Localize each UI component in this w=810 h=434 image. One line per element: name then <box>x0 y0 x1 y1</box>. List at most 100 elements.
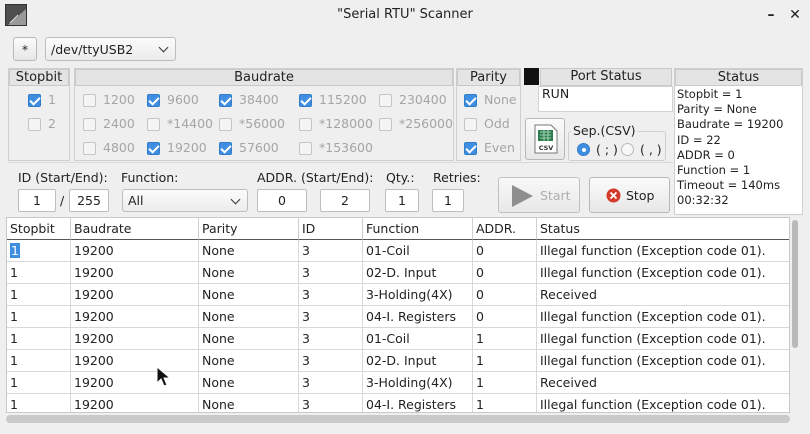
parity-odd-checkbox[interactable] <box>464 118 477 131</box>
status-line: ADDR = 0 <box>677 147 735 162</box>
stopbit-1-checkbox[interactable] <box>28 94 41 107</box>
mouse-cursor-icon <box>156 366 172 387</box>
table-cell-text: 1 <box>10 265 18 280</box>
baudrate-star-14400-checkbox[interactable] <box>147 118 160 131</box>
stopbit-2-checkbox[interactable] <box>28 118 41 131</box>
column-header[interactable]: ADDR. <box>473 218 537 240</box>
function-select[interactable]: All <box>122 189 248 212</box>
table-cell-text: 19200 <box>74 353 114 368</box>
stop-button[interactable]: Stop <box>589 177 670 213</box>
baudrate-38400-checkbox[interactable] <box>219 94 232 107</box>
parity-even-checkbox[interactable] <box>464 142 477 155</box>
table-cell-text: 19200 <box>74 243 114 258</box>
table-cell-text: Illegal function (Exception code 01). <box>540 309 766 324</box>
table-cell: 1 <box>473 394 537 412</box>
start-label: Start <box>540 188 571 203</box>
table-cell-text: 0 <box>476 287 484 302</box>
retries-label: Retries: <box>433 170 481 185</box>
comma-radio[interactable] <box>621 143 634 156</box>
table-cell-text: None <box>202 265 235 280</box>
parity-none-checkbox[interactable] <box>464 94 477 107</box>
baudrate-9600-checkbox[interactable] <box>147 94 160 107</box>
baudrate-star-256000-checkbox[interactable] <box>379 118 392 131</box>
semicolon-radio[interactable] <box>577 143 590 156</box>
baudrate-1200-checkbox[interactable] <box>83 94 96 107</box>
refresh-ports-button[interactable]: * <box>13 37 37 61</box>
table-cell-text: 1 <box>476 353 484 368</box>
status-line: 00:32:32 <box>677 193 729 208</box>
export-csv-button[interactable]: CSV <box>525 118 565 160</box>
table-cell: None <box>199 284 299 306</box>
table-row[interactable]: 1 19200 None 3 3-Holding(4X) 0 Received <box>7 284 789 306</box>
column-header[interactable]: Stopbit <box>7 218 71 240</box>
status-line: Baudrate = 19200 <box>677 117 784 132</box>
table-cell: Illegal function (Exception code 01). <box>537 328 789 350</box>
table-cell: 1 <box>7 328 71 350</box>
baudrate-2400-checkbox[interactable] <box>83 118 96 131</box>
table-row[interactable]: 1 19200 None 3 01-Coil 1 Illegal function (Exc… <box>7 328 789 350</box>
status-line: Function = 1 <box>677 163 751 177</box>
baudrate-115200-label: 115200 <box>319 92 367 107</box>
column-header[interactable]: Parity <box>199 218 299 240</box>
table-cell-text: 02-D. Input <box>366 353 437 368</box>
start-button[interactable]: Start <box>498 177 580 213</box>
table-cell: 3 <box>299 394 363 412</box>
baudrate-230400-checkbox[interactable] <box>379 94 392 107</box>
app-window: "Serial RTU" Scanner – ✕ * /dev/ttyUSB2 … <box>0 0 810 434</box>
table-row[interactable]: 1 19200 None 3 02-D. Input 0 Illegal function … <box>7 262 789 284</box>
table-cell: 3 <box>299 240 363 262</box>
id-end-input[interactable]: 255 <box>69 189 109 212</box>
table-row[interactable]: 1 19200 None 3 04-I. Registers 0 Illegal funct… <box>7 306 789 328</box>
baudrate-1200-label: 1200 <box>103 92 135 107</box>
id-start-input[interactable]: 1 <box>18 189 56 212</box>
addr-start-input[interactable]: 0 <box>257 189 307 212</box>
table-cell-text: 1 <box>10 375 18 390</box>
table-cell-text: Illegal function (Exception code 01). <box>540 397 766 412</box>
port-select[interactable]: /dev/ttyUSB2 <box>45 37 176 61</box>
baudrate-4800-checkbox[interactable] <box>83 142 96 155</box>
baudrate-4800-label: 4800 <box>103 140 135 155</box>
baudrate-57600-checkbox[interactable] <box>219 142 232 155</box>
table-cell: 3 <box>299 372 363 394</box>
id-label: ID (Start/End): <box>18 170 108 185</box>
baudrate-19200-label: 19200 <box>167 140 207 155</box>
table-cell: 02-D. Input <box>363 350 473 372</box>
parity-header: Parity <box>457 69 520 86</box>
baudrate-star-153600-label: *153600 <box>319 140 373 155</box>
minimize-button[interactable]: – <box>762 6 780 24</box>
table-cell-text: 3 <box>302 309 310 324</box>
column-header[interactable]: Function <box>363 218 473 240</box>
status-line: Stopbit = 1 <box>677 87 743 101</box>
table-cell: 19200 <box>71 328 199 350</box>
vertical-scrollbar[interactable] <box>792 220 798 348</box>
table-cell: 0 <box>473 262 537 284</box>
column-header[interactable]: ID <box>299 218 363 240</box>
baudrate-115200-checkbox[interactable] <box>299 94 312 107</box>
qty-input[interactable]: 1 <box>385 189 419 212</box>
function-select-value: All <box>128 193 144 208</box>
close-button[interactable]: ✕ <box>786 6 804 24</box>
baudrate-star-56000-checkbox[interactable] <box>219 118 232 131</box>
table-cell: Illegal function (Exception code 01). <box>537 306 789 328</box>
table-cell-text: 19200 <box>74 331 114 346</box>
stopbit-1-label: 1 <box>48 92 56 107</box>
column-header[interactable]: Status <box>537 218 789 240</box>
table-cell-text: 19200 <box>74 265 114 280</box>
column-header[interactable]: Baudrate <box>71 218 199 240</box>
table-row[interactable]: 1 19200 None 3 04-I. Registers 1 Illegal funct… <box>7 394 789 412</box>
horizontal-scrollbar[interactable] <box>6 415 790 423</box>
chevron-down-icon <box>158 42 169 53</box>
baudrate-star-128000-checkbox[interactable] <box>299 118 312 131</box>
baudrate-9600-label: 9600 <box>167 92 199 107</box>
table-row[interactable]: 1 19200 None 3 01-Coil 0 Illegal function (Exc… <box>7 240 789 262</box>
parity-none-label: None <box>484 92 517 107</box>
table-cell: Illegal function (Exception code 01). <box>537 350 789 372</box>
baudrate-19200-checkbox[interactable] <box>147 142 160 155</box>
table-row[interactable]: 1 19200 None 3 3-Holding(4X) 1 Received <box>7 372 789 394</box>
table-row[interactable]: 1 19200 None 3 02-D. Input 1 Illegal function … <box>7 350 789 372</box>
addr-end-input[interactable]: 2 <box>320 189 370 212</box>
table-cell-text: None <box>202 397 235 412</box>
baudrate-star-153600-checkbox[interactable] <box>299 142 312 155</box>
table-cell-text: 3 <box>302 397 310 412</box>
retries-input[interactable]: 1 <box>432 189 464 212</box>
